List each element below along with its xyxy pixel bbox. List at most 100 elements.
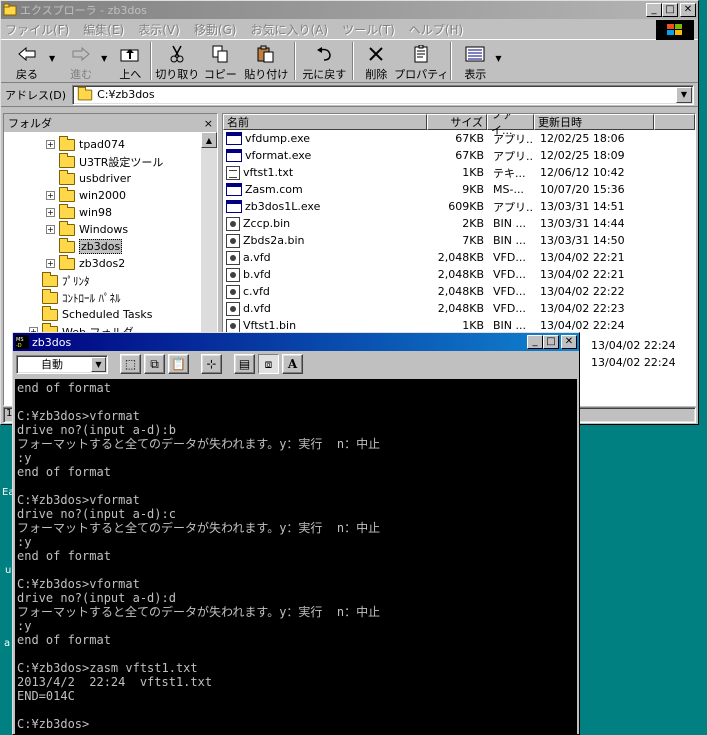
explorer-titlebar[interactable]: エクスプローラ - zb3dos _ □ ✕ (1, 1, 698, 19)
close-button[interactable]: ✕ (680, 3, 696, 17)
file-name: vftst1.txt (243, 166, 294, 179)
file-name-cell: Vftst1.bin (223, 318, 427, 333)
forward-dropdown-icon[interactable]: ▼ (101, 54, 107, 63)
copy-label: コピー (203, 68, 237, 81)
mark-button[interactable]: ⬚ (120, 354, 141, 374)
binary-file-icon (226, 216, 240, 231)
file-row[interactable]: vformat.exe 67KB アプリ... 12/02/25 18:09 (223, 147, 695, 164)
menu-tools[interactable]: ツール(T) (342, 21, 395, 38)
font-size-dropdown-icon[interactable]: ▼ (91, 356, 106, 372)
desktop-icon-label[interactable]: u (5, 565, 11, 576)
tree-item-win98[interactable]: + win98 (46, 203, 112, 221)
properties-button[interactable]: プロパティ (394, 42, 448, 82)
tree-item-usbdriver[interactable]: usbdriver (59, 169, 131, 187)
expand-icon[interactable]: + (46, 225, 55, 234)
file-size: 2,048KB (437, 251, 484, 264)
console-titlebar[interactable]: MS -D zb3dos _ □ ✕ (13, 333, 579, 351)
paste-button[interactable]: 📋 (168, 354, 189, 374)
views-dropdown-icon[interactable]: ▼ (495, 54, 501, 63)
menu-help[interactable]: ヘルプ(H) (409, 21, 463, 38)
file-row[interactable]: Zasm.com 9KB MS-... 10/07/20 15:36 (223, 181, 695, 198)
file-row[interactable]: c.vfd 2,048KB VFD... 13/04/02 22:22 (223, 283, 695, 300)
copy-button[interactable]: コピー (199, 42, 241, 82)
fullscreen-button[interactable]: ⊹ (201, 354, 222, 374)
column-type[interactable]: ファイ... (487, 114, 534, 137)
expand-icon[interactable]: + (46, 191, 55, 200)
tree-item-label: U3TR設定ツール (79, 155, 164, 169)
tree-item-zb3dos2[interactable]: + zb3dos2 (46, 254, 125, 272)
file-row[interactable]: Zbds2a.bin 7KB BIN ... 13/03/31 14:50 (223, 232, 695, 249)
delete-button[interactable]: 削除 (357, 42, 395, 82)
minimize-button[interactable]: _ (527, 335, 543, 349)
tree-item-tpad074[interactable]: + tpad074 (46, 135, 125, 153)
menu-view[interactable]: 表示(V) (138, 21, 180, 38)
font-size-select[interactable]: 自動 ▼ (16, 354, 108, 374)
expand-icon[interactable]: + (46, 259, 55, 268)
paste-button[interactable]: 貼り付け (241, 42, 291, 82)
file-row[interactable]: Zccp.bin 2KB BIN ... 13/03/31 14:44 (223, 215, 695, 232)
scroll-up-icon[interactable]: ▲ (201, 132, 217, 148)
terminal-line: end of format (17, 633, 111, 647)
file-row[interactable]: zb3dos1L.exe 609KB アプリ... 13/03/31 14:51 (223, 198, 695, 215)
file-row[interactable]: vfdump.exe 67KB アプリ... 12/02/25 18:06 (223, 130, 695, 147)
maximize-button[interactable]: □ (662, 3, 678, 17)
tree-item-printers[interactable]: ﾌﾟﾘﾝﾀ (42, 271, 90, 289)
close-button[interactable]: ✕ (561, 335, 577, 349)
column-size[interactable]: サイズ (427, 114, 487, 130)
terminal-line: :y (17, 535, 32, 549)
maximize-button[interactable]: □ (543, 335, 559, 349)
back-dropdown-icon[interactable]: ▼ (49, 54, 55, 63)
column-modified[interactable]: 更新日時 (534, 114, 654, 130)
undo-button[interactable]: 元に戻す (299, 42, 349, 82)
menu-edit[interactable]: 編集(E) (83, 21, 124, 38)
up-button[interactable]: 上へ (113, 42, 147, 82)
file-row[interactable]: d.vfd 2,048KB VFD... 13/04/02 22:23 (223, 300, 695, 317)
desktop-icon-label[interactable]: a (4, 638, 10, 649)
tree-item-control-panel[interactable]: ｺﾝﾄﾛｰﾙ ﾊﾟﾈﾙ (42, 288, 121, 306)
folder-tree-close-icon[interactable]: × (204, 117, 213, 130)
menu-favorites[interactable]: お気に入り(A) (250, 21, 328, 38)
address-field[interactable]: C:¥zb3dos ▼ (72, 84, 694, 105)
tree-item-label: ｺﾝﾄﾛｰﾙ ﾊﾟﾈﾙ (62, 291, 121, 305)
cut-label: 切り取り (155, 68, 200, 81)
file-modified: 12/06/12 10:42 (540, 166, 625, 179)
file-modified: 13/03/31 14:51 (540, 200, 625, 213)
expand-icon[interactable]: + (46, 208, 55, 217)
tree-item-win2000[interactable]: + win2000 (46, 186, 126, 204)
file-row[interactable]: vftst1.txt 1KB テキ... 12/06/12 10:42 (223, 164, 695, 181)
tree-item-windows[interactable]: + Windows (46, 220, 128, 238)
terminal-output[interactable]: end of format C:¥zb3dos>vformat drive no?(… (15, 379, 577, 734)
file-row[interactable]: b.vfd 2,048KB VFD... 13/04/02 22:21 (223, 266, 695, 283)
address-dropdown-icon[interactable]: ▼ (676, 86, 692, 103)
terminal-line: フォーマットすると全てのデータが失われます。y：実行 n：中止 (17, 521, 381, 535)
cut-button[interactable]: 切り取り (155, 42, 199, 82)
toolbar-separator (352, 42, 355, 80)
minimize-icon: _ (532, 336, 538, 347)
minimize-button[interactable]: _ (646, 3, 662, 17)
tree-item-zb3dos[interactable]: zb3dos (59, 237, 123, 255)
console-title: zb3dos (32, 335, 72, 349)
column-name[interactable]: 名前 (223, 114, 427, 130)
font-button[interactable]: A (282, 354, 303, 374)
file-name: Zasm.com (245, 183, 303, 196)
tree-item-scheduled-tasks[interactable]: Scheduled Tasks (42, 305, 153, 323)
forward-label: 進む (70, 68, 93, 81)
font-size-value: 自動 (41, 358, 63, 371)
file-type: テキ... (493, 166, 526, 180)
menu-file[interactable]: ファイル(F) (5, 21, 69, 38)
forward-button[interactable]: 進む (61, 42, 101, 82)
menu-go[interactable]: 移動(G) (194, 21, 237, 38)
properties-button[interactable]: ▤ (234, 354, 255, 374)
back-button[interactable]: 戻る (5, 42, 49, 82)
views-button[interactable]: 表示 (455, 42, 495, 82)
folder-icon (59, 152, 75, 168)
copy-button[interactable]: ⧉ (144, 354, 165, 374)
tree-item-u3tr[interactable]: U3TR設定ツール (59, 152, 164, 170)
file-row[interactable]: a.vfd 2,048KB VFD... 13/04/02 22:21 (223, 249, 695, 266)
expand-icon[interactable]: + (46, 140, 55, 149)
file-type: VFD... (493, 285, 526, 298)
text-file-icon (226, 165, 240, 180)
background-button[interactable]: ⧈ (258, 354, 279, 374)
